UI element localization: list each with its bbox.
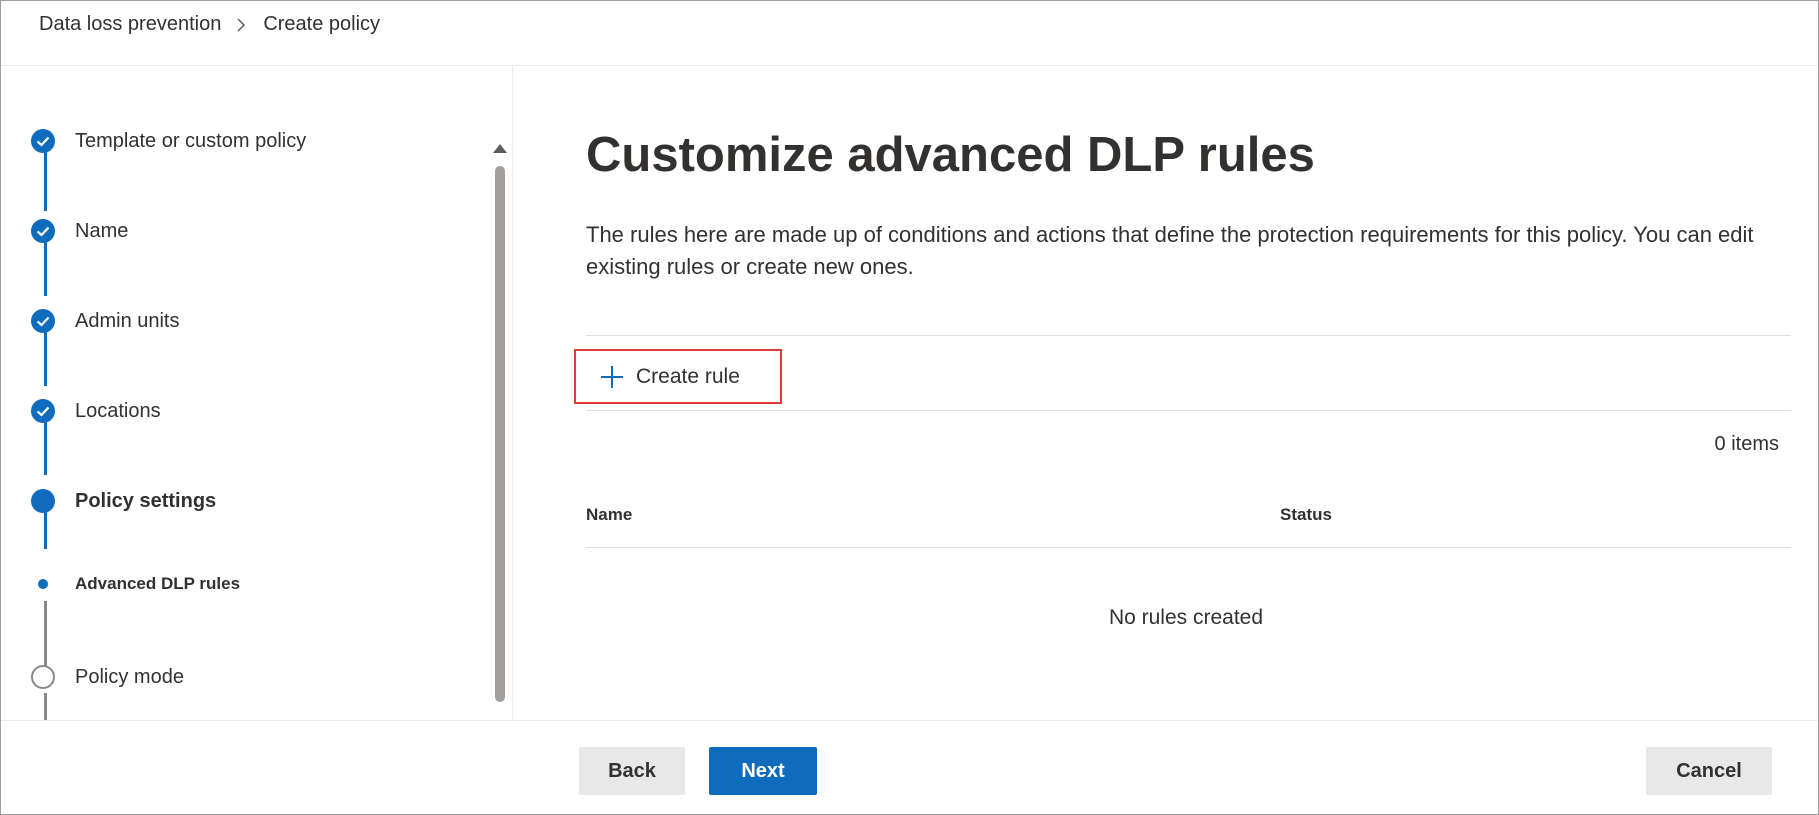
- breadcrumb: Data loss prevention Create policy: [39, 13, 380, 36]
- step-label: Template or custom policy: [75, 129, 307, 152]
- step-connector: [44, 693, 47, 720]
- step-label: Locations: [75, 399, 161, 422]
- cancel-button[interactable]: Cancel: [1646, 747, 1772, 795]
- breadcrumb-create-policy: Create policy: [263, 13, 381, 35]
- checkmark-icon: [31, 219, 55, 243]
- table-header-divider: [586, 547, 1791, 548]
- footer: Back Next Cancel: [1, 720, 1818, 815]
- plus-icon: [601, 365, 623, 388]
- current-step-icon: [31, 489, 55, 513]
- nav-scrollbar[interactable]: [491, 138, 507, 720]
- step-connector: [44, 601, 47, 666]
- wizard-window: Data loss prevention Create policy Templ…: [0, 0, 1819, 815]
- checkmark-icon: [31, 129, 55, 153]
- empty-circle-icon: [31, 665, 55, 689]
- header: Data loss prevention Create policy: [1, 1, 1818, 66]
- divider: [586, 335, 1791, 336]
- step-label: Admin units: [75, 309, 180, 332]
- chevron-right-icon: [237, 17, 246, 32]
- checkmark-icon: [31, 399, 55, 423]
- back-button[interactable]: Back: [579, 747, 685, 795]
- page-description: The rules here are made up of conditions…: [586, 222, 1754, 279]
- checkmark-icon: [31, 309, 55, 333]
- step-template-or-custom-policy[interactable]: Template or custom policy: [31, 129, 306, 153]
- step-connector: [44, 143, 47, 211]
- step-label: Name: [75, 219, 129, 242]
- empty-state-message: No rules created: [1108, 606, 1264, 629]
- step-label: Policy settings: [75, 489, 217, 512]
- substep-advanced-dlp-rules[interactable]: Advanced DLP rules: [31, 572, 240, 596]
- wizard-steps-nav: Template or custom policy Name Admin uni…: [1, 66, 513, 720]
- step-locations[interactable]: Locations: [31, 399, 161, 423]
- current-substep-icon: [31, 572, 55, 596]
- column-header-status[interactable]: Status: [1280, 505, 1332, 525]
- step-label: Advanced DLP rules: [75, 574, 241, 593]
- next-button[interactable]: Next: [709, 747, 817, 795]
- create-rule-label: Create rule: [636, 364, 740, 388]
- breadcrumb-data-loss-prevention[interactable]: Data loss prevention: [39, 13, 221, 36]
- step-policy-settings[interactable]: Policy settings: [31, 489, 216, 513]
- column-header-name[interactable]: Name: [586, 505, 632, 525]
- step-label: Policy mode: [75, 665, 184, 688]
- step-admin-units[interactable]: Admin units: [31, 309, 180, 333]
- step-name[interactable]: Name: [31, 219, 128, 243]
- item-count: 0 items: [1714, 433, 1779, 455]
- scroll-up-arrow-icon[interactable]: [493, 144, 507, 153]
- divider: [586, 410, 1791, 411]
- create-rule-button[interactable]: Create rule: [574, 349, 782, 404]
- scrollbar-thumb[interactable]: [495, 166, 505, 702]
- step-policy-mode[interactable]: Policy mode: [31, 665, 184, 689]
- page-title: Customize advanced DLP rules: [586, 128, 1315, 182]
